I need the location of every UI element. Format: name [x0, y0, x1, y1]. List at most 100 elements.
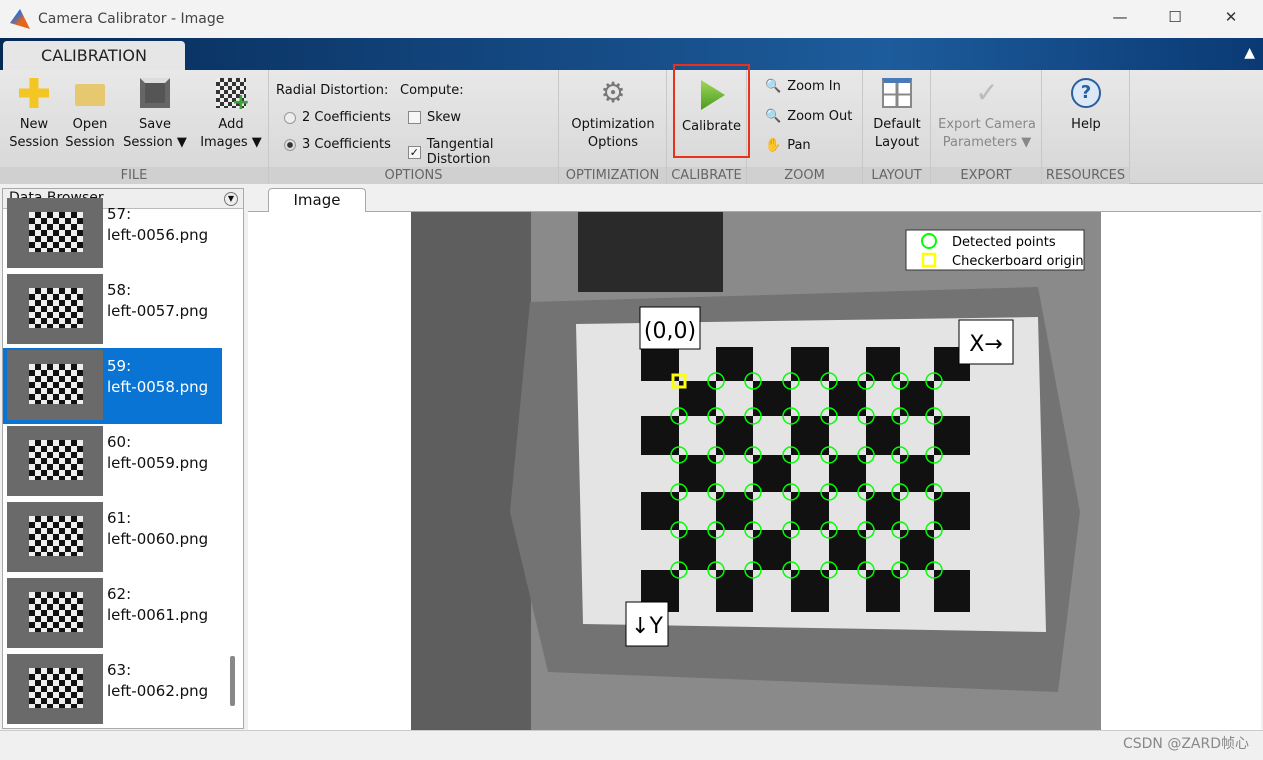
item-number: 62: [107, 585, 132, 603]
item-filename: left-0061.png [107, 606, 209, 624]
image-canvas[interactable]: (0,0) X→ ↓Y Detected points Checkerboard… [248, 212, 1261, 730]
item-filename: left-0060.png [107, 530, 209, 548]
group-label: FILE [0, 167, 268, 184]
radial-distortion-label: Radial Distortion: [276, 83, 389, 98]
item-filename: left-0056.png [107, 226, 209, 244]
thumbnail [7, 198, 103, 268]
group-resources: ? Help RESOURCES [1042, 70, 1130, 184]
x-axis-label: X→ [969, 332, 1003, 357]
export-camera-parameters-button[interactable]: ✓ Export Camera Parameters ▼ [935, 70, 1039, 152]
group-label: OPTIMIZATION [559, 167, 666, 184]
person [578, 212, 723, 292]
tab-calibration[interactable]: CALIBRATION [3, 41, 185, 71]
add-images-icon: + [216, 78, 250, 114]
zoom-out-icon: 🔍 [765, 109, 782, 124]
item-number: 63: [107, 661, 132, 679]
item-number: 58: [107, 281, 132, 299]
label: Save [139, 117, 171, 132]
data-browser-item[interactable]: 61: left-0060.png [3, 500, 222, 576]
checkerboard-thumbnail [29, 592, 83, 632]
zoom-in-icon: 🔍 [765, 79, 782, 94]
origin-label: (0,0) [644, 319, 696, 344]
close-button[interactable]: ✕ [1221, 8, 1241, 28]
data-browser-item[interactable]: 58: left-0057.png [3, 272, 222, 348]
hand-icon: ✋ [765, 138, 782, 153]
optimization-options-button[interactable]: ⚙ Optimization Options [563, 70, 663, 152]
label: Session [65, 135, 115, 150]
label: 2 Coefficients [302, 110, 391, 125]
data-browser-item[interactable]: 62: left-0061.png [3, 576, 222, 652]
label: Skew [427, 110, 461, 125]
label: Open [72, 117, 108, 132]
radio-3-coefficients[interactable]: 3 Coefficients [284, 137, 391, 152]
checkerboard-thumbnail [29, 440, 83, 480]
thumbnail [7, 578, 103, 648]
skew-checkbox[interactable]: Skew [408, 110, 461, 125]
scrollbar[interactable] [230, 656, 235, 706]
add-images-button[interactable]: + Add Images ▼ [196, 70, 266, 152]
item-number: 60: [107, 433, 132, 451]
thumbnail [7, 274, 103, 344]
group-label: ZOOM [747, 167, 862, 184]
data-browser-item[interactable]: 63: left-0062.png [3, 652, 222, 728]
watermark: CSDN @ZARD帧心 [1122, 736, 1249, 752]
compute-label: Compute: [400, 83, 464, 98]
maximize-button[interactable]: ☐ [1165, 8, 1185, 28]
checkerboard-thumbnail [29, 668, 83, 708]
group-zoom: 🔍 Zoom In 🔍 Zoom Out ✋ Pan ZOOM [747, 70, 863, 184]
group-optimization: ⚙ Optimization Options OPTIMIZATION [559, 70, 667, 184]
label: Calibrate [682, 119, 741, 134]
label: Optimization [571, 117, 655, 132]
new-session-button[interactable]: New Session [8, 70, 60, 152]
label: Options [587, 135, 639, 150]
ribbon-header: CALIBRATION ▲ [0, 38, 1263, 71]
tab-image[interactable]: Image [268, 188, 366, 212]
toolstrip: New Session Open Session Save Session ▼ + A… [0, 64, 1263, 184]
pan-button[interactable]: ✋ Pan [765, 138, 811, 153]
help-button[interactable]: ? Help [1046, 70, 1126, 134]
label: Parameters ▼ [942, 135, 1032, 150]
trees [411, 212, 531, 730]
default-layout-button[interactable]: Default Layout [867, 70, 927, 152]
group-label: EXPORT [931, 167, 1041, 184]
group-label: OPTIONS [269, 167, 558, 184]
window-title: Camera Calibrator - Image [38, 11, 225, 27]
data-browser-item[interactable]: 59: left-0058.png [3, 348, 222, 424]
label: Zoom Out [787, 109, 853, 124]
zoom-in-button[interactable]: 🔍 Zoom In [765, 79, 841, 94]
checkbox-checked-icon: ✓ [408, 145, 421, 159]
legend-detected-points: Detected points [952, 235, 1056, 250]
data-browser-item[interactable]: 57: left-0056.png [3, 196, 222, 272]
label: Images ▼ [200, 135, 262, 150]
label: Export Camera [938, 117, 1036, 132]
group-layout: Default Layout LAYOUT [863, 70, 931, 184]
label: Zoom In [787, 79, 841, 94]
checker-square [866, 347, 900, 381]
gear-icon: ⚙ [600, 76, 626, 109]
minimize-button[interactable]: — [1110, 8, 1130, 28]
data-browser-item[interactable]: 60: left-0059.png [3, 424, 222, 500]
label: Session [9, 135, 59, 150]
zoom-out-button[interactable]: 🔍 Zoom Out [765, 109, 852, 124]
layout-grid-icon [882, 78, 912, 108]
collapse-ribbon-icon[interactable]: ▲ [1244, 45, 1255, 61]
data-browser: Data Browser▼ 57:left-0056.png58:left-00… [2, 188, 244, 729]
dropdown-icon[interactable]: ▼ [224, 192, 238, 206]
radio-2-coefficients[interactable]: 2 Coefficients [284, 110, 391, 125]
calibrate-button[interactable]: Calibrate [673, 64, 750, 158]
group-export: ✓ Export Camera Parameters ▼ EXPORT [931, 70, 1042, 184]
radio-icon [284, 111, 296, 124]
tangential-distortion-checkbox[interactable]: ✓ Tangential Distortion [408, 137, 558, 167]
save-session-button[interactable]: Save Session ▼ [120, 70, 190, 152]
item-number: 57: [107, 205, 132, 223]
item-number: 59: [107, 357, 132, 375]
open-session-button[interactable]: Open Session [64, 70, 116, 152]
label: 3 Coefficients [302, 137, 391, 152]
item-filename: left-0062.png [107, 682, 209, 700]
floppy-disk-icon [140, 78, 170, 108]
label: Layout [874, 135, 920, 150]
label: Help [1071, 117, 1101, 132]
label: Pan [787, 138, 811, 153]
y-axis-label: ↓Y [631, 614, 663, 639]
label: Session ▼ [123, 135, 187, 150]
